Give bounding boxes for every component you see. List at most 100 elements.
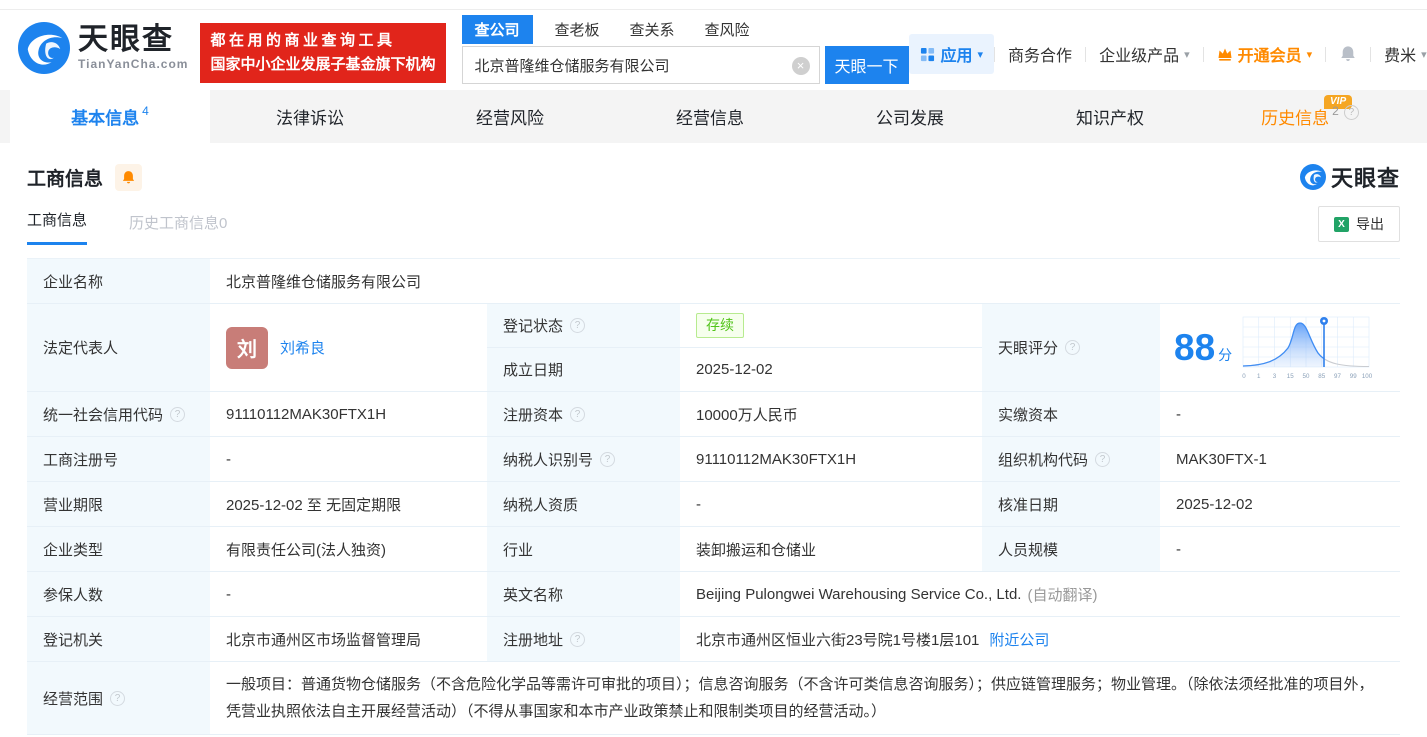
paid-capital-label: 实缴资本: [982, 392, 1160, 436]
help-icon[interactable]: ?: [1343, 105, 1359, 120]
help-icon[interactable]: ?: [1095, 451, 1111, 467]
caret-down-icon: ▾: [977, 48, 984, 61]
header-right: 应用 ▾ 商务合作 企业级产品 ▾ 开通会员 ▾ 费米 ▾: [908, 34, 1427, 74]
reg-address-label-cell: 注册地址 ?: [487, 617, 680, 661]
search-tab-company[interactable]: 查公司: [461, 15, 533, 44]
help-icon[interactable]: ?: [570, 318, 586, 333]
subtab-business-info[interactable]: 工商信息: [27, 209, 88, 245]
apps-grid-icon: [920, 47, 934, 61]
score-cell: 88 分 0 1 3 15 50 85 97 99 100: [1160, 304, 1400, 391]
tab-operational-risk[interactable]: 经营风险: [410, 90, 610, 143]
svg-text:0: 0: [1242, 373, 1246, 380]
open-vip-label: 开通会员: [1237, 48, 1302, 65]
brand-domain: TianYanCha.com: [78, 57, 189, 71]
org-code-label: 组织机构代码: [998, 451, 1089, 469]
search-button[interactable]: 天眼一下: [824, 46, 909, 84]
bell-icon: [1341, 46, 1355, 61]
notifications-bell-button[interactable]: [1326, 45, 1370, 63]
subtab-row: 工商信息 历史工商信息0 X 导出: [27, 206, 1400, 245]
business-cooperation-link[interactable]: 商务合作: [995, 42, 1085, 66]
legal-rep-link[interactable]: 刘希良: [280, 337, 325, 358]
apps-menu-button[interactable]: 应用 ▾: [908, 34, 995, 74]
industry-label: 行业: [487, 527, 680, 571]
score-distribution-chart: 0 1 3 15 50 85 97 99 100: [1242, 316, 1372, 380]
org-code-value: MAK30FTX-1: [1176, 450, 1267, 468]
open-vip-button[interactable]: 开通会员 ▾: [1204, 42, 1326, 66]
tab-company-development[interactable]: 公司发展: [810, 90, 1010, 143]
taxpayer-id-label: 纳税人识别号: [503, 451, 594, 469]
tianyancha-logo[interactable]: 天眼查 TianYanCha.com: [18, 22, 188, 74]
svg-text:100: 100: [1362, 373, 1372, 380]
table-row: 企业名称 北京普隆维仓储服务有限公司: [27, 259, 1400, 304]
svg-text:15: 15: [1287, 373, 1294, 380]
taxpayer-quality-value: -: [696, 495, 701, 513]
tab-legal-proceedings[interactable]: 法律诉讼: [210, 90, 410, 143]
score-label-cell: 天眼评分 ?: [982, 304, 1160, 391]
caret-down-icon: ▾: [1306, 48, 1313, 61]
help-icon[interactable]: ?: [600, 451, 616, 467]
insured-count-value: -: [226, 585, 231, 603]
table-row: 营业期限 2025-12-02 至 无固定期限 纳税人资质 - 核准日期 202…: [27, 482, 1400, 527]
tab-history-info-count: 2: [1332, 103, 1339, 118]
english-name-label: 英文名称: [487, 572, 680, 616]
table-row: 参保人数 - 英文名称 Beijing Pulongwei Warehousin…: [27, 572, 1400, 617]
reg-address-label: 注册地址: [503, 631, 564, 649]
score-label: 天眼评分: [998, 340, 1059, 357]
clear-icon[interactable]: ×: [791, 57, 810, 75]
tab-history-info[interactable]: VIP 历史信息 2 ?: [1210, 90, 1410, 143]
tab-basic-info-label: 基本信息: [71, 109, 140, 128]
subtab-history-business-info[interactable]: 历史工商信息0: [129, 212, 227, 245]
business-scope-label-cell: 经营范围 ?: [27, 662, 210, 734]
brand-slogan: 都在用的商业查询工具 国家中小企业发展子基金旗下机构: [200, 23, 446, 83]
export-label: 导出: [1356, 216, 1384, 232]
svg-text:50: 50: [1303, 373, 1310, 380]
subscribe-bell-button[interactable]: [115, 163, 143, 191]
taxpayer-id-value: 91110112MAK30FTX1H: [696, 450, 857, 468]
status-badge: 存续: [696, 313, 744, 338]
table-row: 登记机关 北京市通州区市场监督管理局 注册地址 ? 北京市通州区恒业六街23号院…: [27, 617, 1400, 662]
reg-capital-value: 10000万人民币: [696, 406, 798, 424]
search-tab-relation[interactable]: 查关系: [630, 15, 675, 44]
svg-text:1: 1: [1257, 373, 1261, 380]
staff-size-label: 人员规模: [982, 527, 1160, 571]
staff-size-value: -: [1176, 540, 1181, 558]
auto-translate-note: (自动翻译): [1027, 586, 1098, 604]
score-value: 88: [1174, 327, 1216, 368]
search-tabs: 查公司 查老板 查关系 查风险: [461, 15, 909, 44]
user-menu[interactable]: 费米 ▾: [1371, 42, 1427, 66]
search-tab-risk[interactable]: 查风险: [705, 15, 750, 44]
business-info-table: 企业名称 北京普隆维仓储服务有限公司 法定代表人 刘 刘希良 登记状态 ? 存续: [27, 258, 1400, 735]
reg-number-label: 工商注册号: [27, 437, 210, 481]
enterprise-products-menu[interactable]: 企业级产品 ▾: [1086, 42, 1203, 66]
top-header: 天眼查 TianYanCha.com 都在用的商业查询工具 国家中小企业发展子基…: [0, 10, 1427, 90]
section-title: 工商信息: [27, 168, 104, 190]
reg-authority-value: 北京市通州区市场监督管理局: [226, 631, 422, 649]
tab-basic-info[interactable]: 基本信息 4: [10, 90, 210, 143]
business-scope-label: 经营范围: [43, 690, 104, 708]
help-icon[interactable]: ?: [570, 631, 586, 647]
search-tab-boss[interactable]: 查老板: [555, 15, 600, 44]
company-type-label: 企业类型: [27, 527, 210, 571]
help-icon[interactable]: ?: [110, 690, 126, 706]
tab-intellectual-property[interactable]: 知识产权: [1010, 90, 1210, 143]
taxpayer-quality-label: 纳税人资质: [487, 482, 680, 526]
help-icon[interactable]: ?: [1065, 340, 1081, 355]
caret-down-icon: ▾: [1184, 48, 1190, 61]
org-code-label-cell: 组织机构代码 ?: [982, 437, 1160, 481]
help-icon[interactable]: ?: [570, 406, 586, 422]
search-input[interactable]: [462, 47, 819, 83]
search-input-wrap: ×: [461, 46, 820, 84]
tab-history-info-label: 历史信息: [1261, 109, 1330, 128]
reg-address-value: 北京市通州区恒业六街23号院1号楼1层101: [696, 631, 980, 649]
apps-label: 应用: [940, 48, 973, 65]
establish-date-value: 2025-12-02: [696, 361, 773, 378]
uscc-label: 统一社会信用代码: [43, 406, 164, 424]
legal-rep-avatar[interactable]: 刘: [226, 326, 268, 369]
tab-business-info[interactable]: 经营信息: [610, 90, 810, 143]
help-icon[interactable]: ?: [170, 406, 186, 422]
export-button[interactable]: X 导出: [1318, 206, 1400, 242]
bell-icon: [122, 170, 135, 183]
reg-authority-label: 登记机关: [27, 617, 210, 661]
nearby-companies-link[interactable]: 附近公司: [989, 629, 1049, 650]
table-row: 法定代表人 刘 刘希良 登记状态 ? 存续 成立日期 2025-12-02 天眼…: [27, 304, 1400, 392]
